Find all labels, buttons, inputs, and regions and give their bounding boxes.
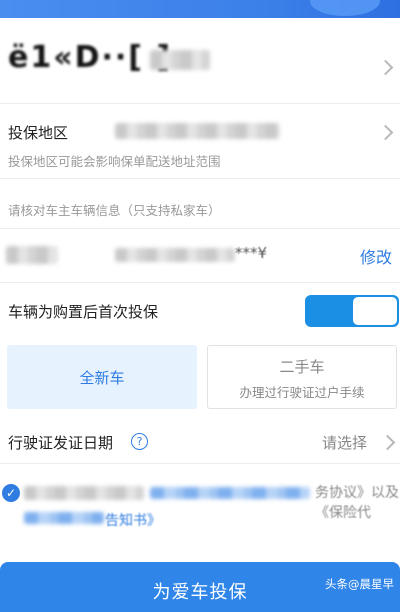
agreement-link-blur xyxy=(24,512,104,524)
agreement-text-blur xyxy=(24,486,144,500)
used-car-option[interactable]: 二手车 办理过行驶证过户手续 xyxy=(207,345,397,409)
agreement-text-1[interactable]: 务协议》以及《保险代 xyxy=(315,482,400,522)
used-car-desc: 办理过行驶证过户手续 xyxy=(239,385,365,400)
header-bar xyxy=(0,0,400,18)
chevron-right-icon xyxy=(379,434,396,451)
license-date-label: 行驶证发证日期 xyxy=(8,434,114,452)
header-decoration xyxy=(310,0,380,16)
divider xyxy=(0,282,400,283)
first-insure-toggle[interactable] xyxy=(305,295,399,327)
toggle-knob xyxy=(353,297,397,325)
agreement-text-2[interactable]: 告知书》 xyxy=(105,510,161,530)
license-date-select: 请选择 xyxy=(322,434,368,452)
agreement-link-blur xyxy=(150,487,310,499)
owner-id-blur xyxy=(115,248,235,262)
help-icon[interactable]: ? xyxy=(131,433,148,450)
divider xyxy=(0,103,400,104)
owner-name-blur xyxy=(6,246,58,264)
plate-blur xyxy=(150,50,210,70)
chevron-right-icon xyxy=(377,124,394,141)
new-car-option[interactable]: 全新车 xyxy=(7,345,197,409)
region-value-blur xyxy=(115,123,280,139)
watermark: 头条@晨星早 xyxy=(325,577,394,591)
edit-owner-button[interactable]: 修改 xyxy=(360,244,392,268)
divider xyxy=(0,463,400,464)
agreement-checkbox[interactable]: ✓ xyxy=(2,484,20,502)
region-hint: 投保地区可能会影响保单配送地址范围 xyxy=(8,154,221,169)
divider xyxy=(0,178,400,179)
vehicle-plate: ё1«D··[ ] xyxy=(8,40,173,75)
divider xyxy=(0,228,400,229)
new-car-label: 全新车 xyxy=(79,369,125,387)
chevron-right-icon xyxy=(377,59,394,76)
region-label: 投保地区 xyxy=(8,124,69,142)
first-insure-label: 车辆为购置后首次投保 xyxy=(8,303,159,321)
used-car-label: 二手车 xyxy=(279,358,325,376)
owner-id-suffix: ***¥ xyxy=(235,244,268,262)
verify-hint: 请核对车主车辆信息（只支持私家车） xyxy=(8,203,221,218)
